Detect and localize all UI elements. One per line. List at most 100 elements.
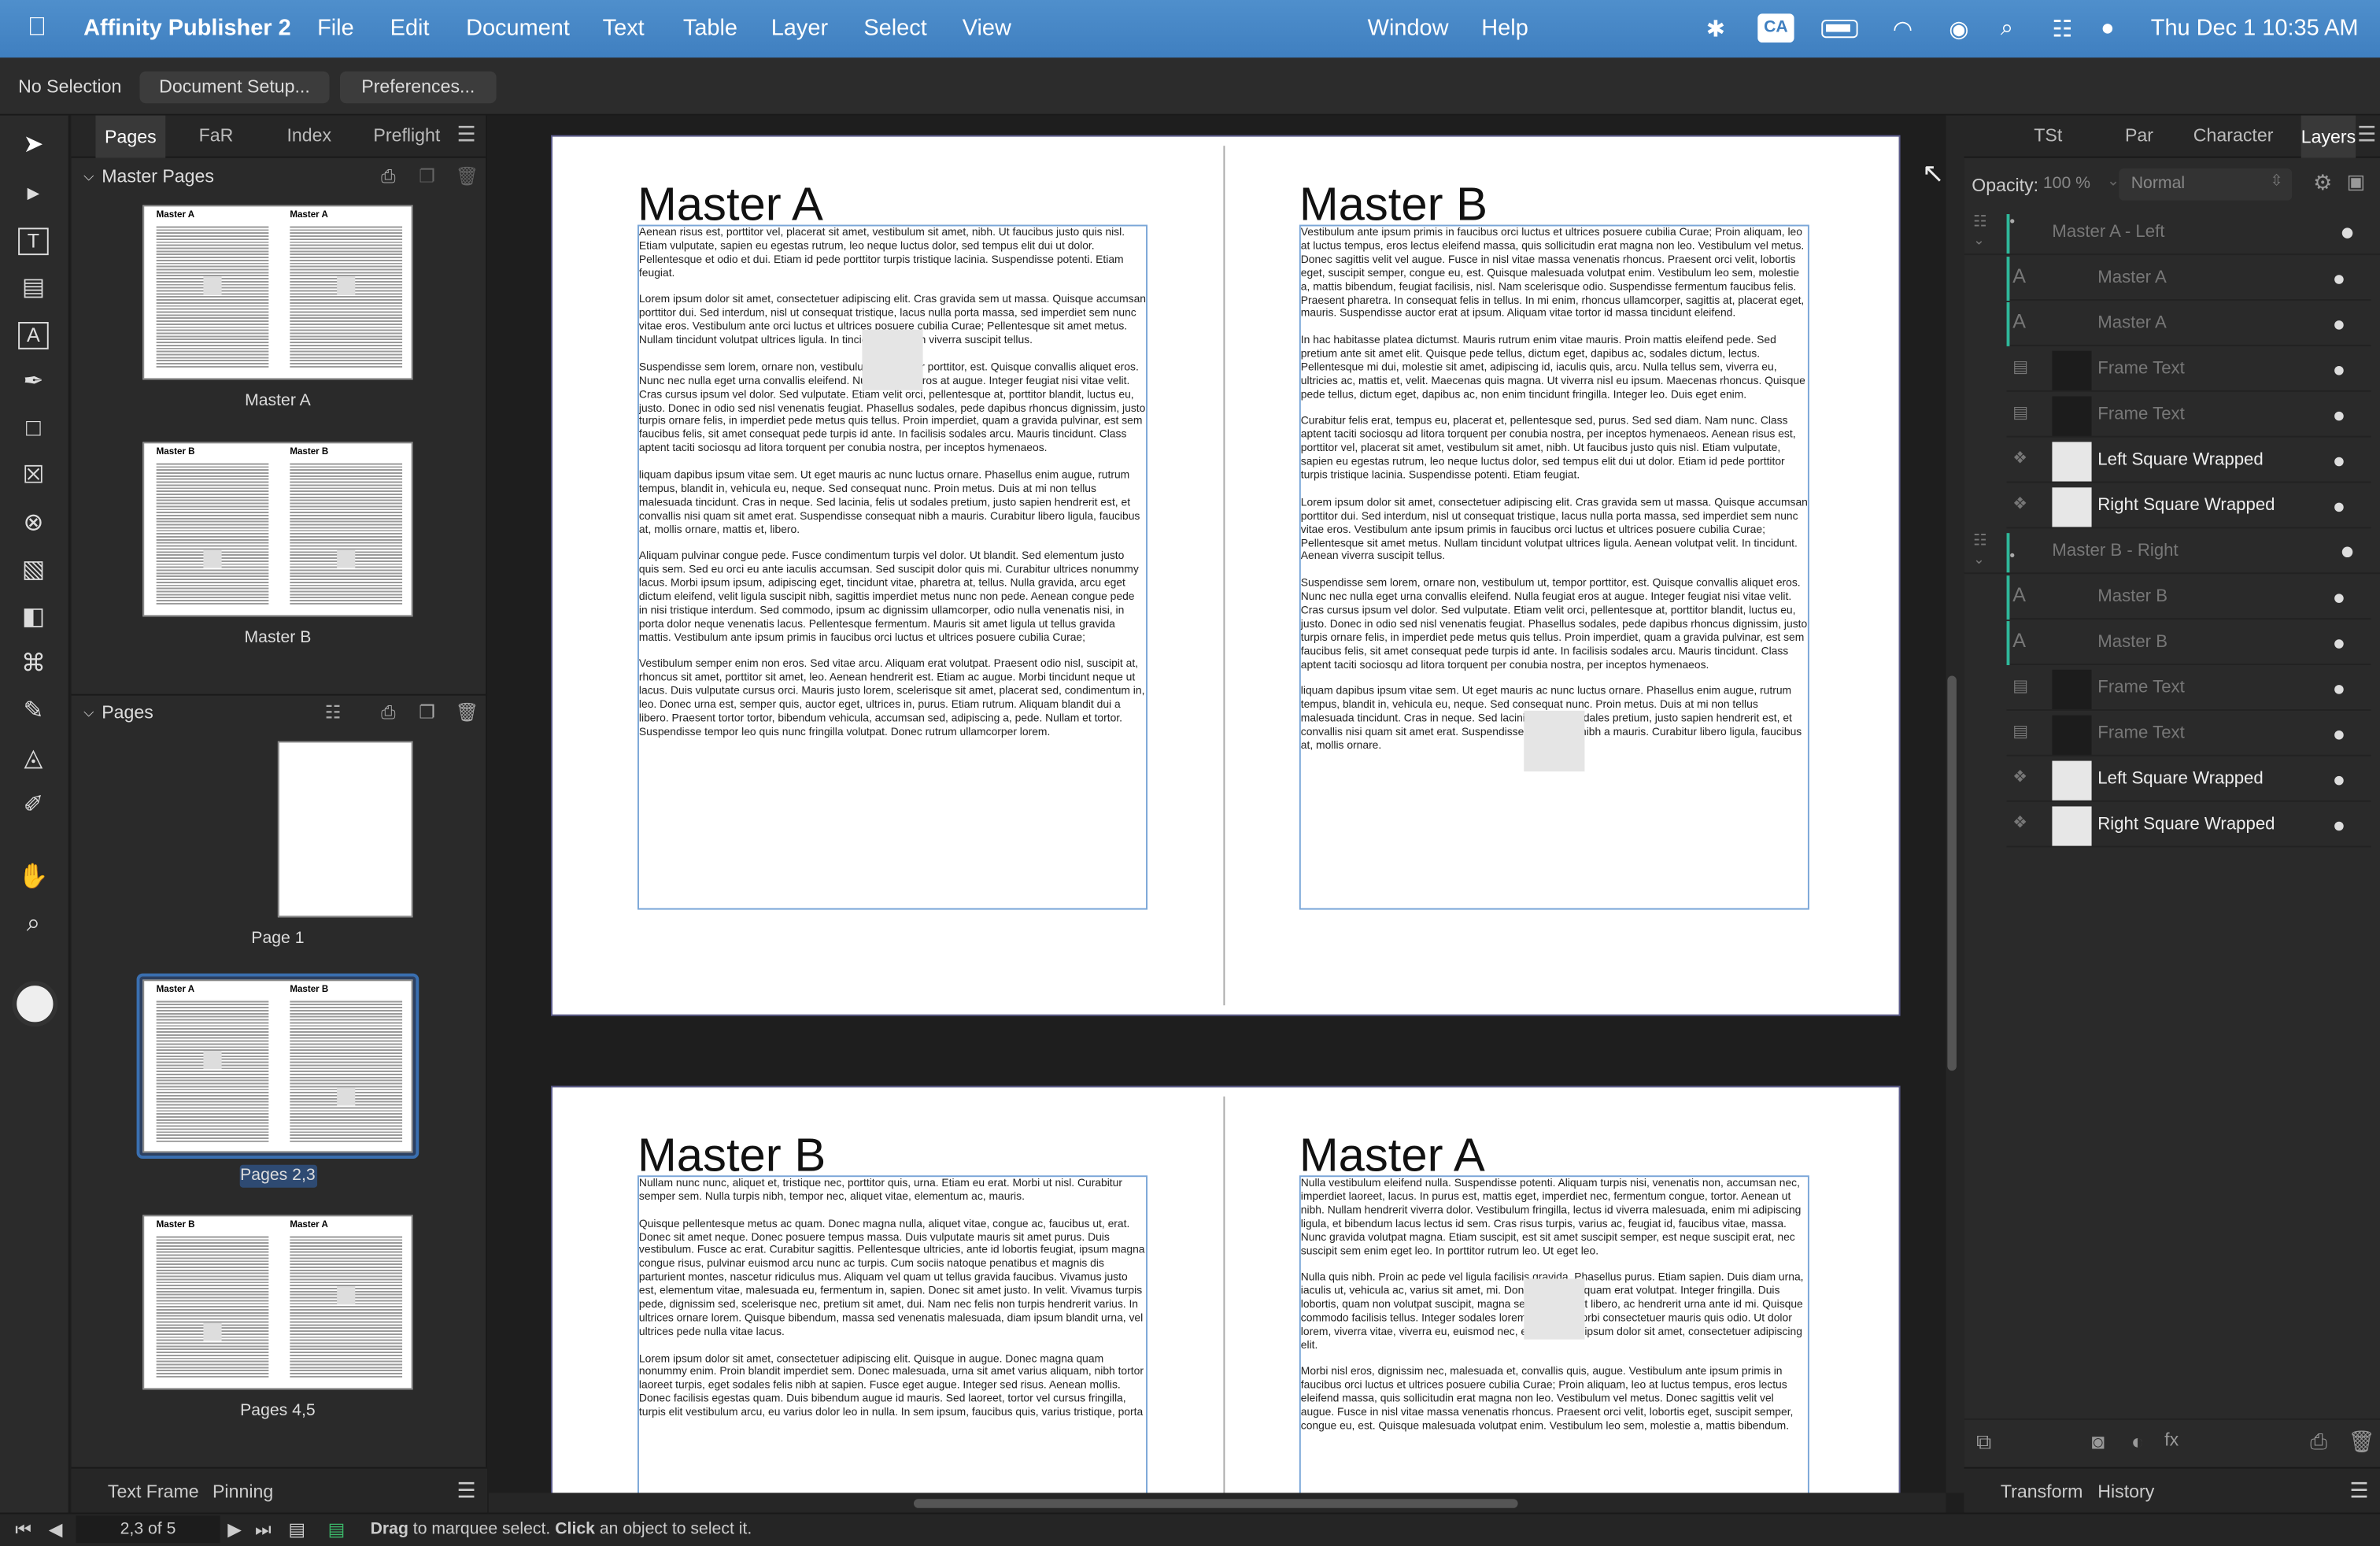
spread-pages-4-5[interactable]: Master B Nullam nunc nunc, aliquet et, t…	[551, 1086, 1901, 1493]
delete-layer-icon[interactable]: 🗑	[2348, 1429, 2374, 1455]
color-picker-tool-icon[interactable]: ✐	[15, 788, 51, 824]
menu-edit[interactable]: Edit	[390, 15, 430, 41]
visibility-dot-icon[interactable]	[2334, 639, 2344, 649]
next-page-icon[interactable]: ▶	[227, 1518, 242, 1540]
delete-master-icon[interactable]: 🗑	[456, 160, 479, 193]
apply-master-icon[interactable]: ☷	[325, 696, 342, 729]
document-setup-button[interactable]: Document Setup...	[139, 71, 330, 104]
menu-document[interactable]: Document	[466, 15, 570, 41]
horizontal-scroll-thumb[interactable]	[913, 1499, 1518, 1508]
visibility-dot-icon[interactable]	[2334, 730, 2344, 740]
chevron-down-icon[interactable]: ⌄	[1973, 232, 1985, 249]
fill-tool-icon[interactable]: ◧	[15, 600, 51, 636]
ellipse-frame-tool-icon[interactable]: ⊗	[15, 505, 51, 542]
transparency-tool-icon[interactable]: ◬	[15, 741, 51, 777]
menu-help[interactable]: Help	[1481, 15, 1528, 41]
tab-far[interactable]: FaR	[199, 124, 234, 146]
text-frame[interactable]: Aenean risus est, porttitor vel, placera…	[637, 224, 1148, 910]
duplicate-master-icon[interactable]: ❐	[419, 160, 435, 193]
layer-row[interactable]: A Master B	[2006, 621, 2371, 666]
visibility-dot-icon[interactable]	[2334, 320, 2344, 330]
panel-menu-icon[interactable]: ☰	[2357, 121, 2376, 147]
text-frame[interactable]: Vestibulum ante ipsum primis in faucibus…	[1299, 224, 1809, 910]
pen-tool-icon[interactable]: ✒	[15, 364, 51, 401]
brush-tool-icon[interactable]: ✎	[15, 694, 51, 730]
add-page-icon[interactable]: ⎙	[381, 696, 396, 729]
adjustment-icon[interactable]: ◐	[2131, 1429, 2144, 1453]
apple-logo-icon[interactable]: 	[28, 12, 47, 43]
frame-text-tool-icon[interactable]: T	[18, 227, 49, 256]
vertical-scroll-thumb[interactable]	[1947, 675, 1957, 1071]
layer-row[interactable]: ❖ Right Square Wrapped	[2006, 484, 2371, 529]
control-center-icon[interactable]: ☷	[2052, 15, 2072, 43]
layer-row[interactable]: ❖ Left Square Wrapped	[2006, 758, 2371, 802]
blend-mode-select[interactable]: Normal ⇳	[2119, 168, 2293, 201]
layer-row[interactable]: ▤ Frame Text	[2006, 667, 2371, 711]
menu-text[interactable]: Text	[603, 15, 645, 41]
visibility-dot-icon[interactable]	[2334, 275, 2344, 284]
delete-page-icon[interactable]: 🗑	[456, 696, 479, 729]
node-tool-icon[interactable]: ▸	[15, 176, 51, 213]
layer-row[interactable]: ❖ Right Square Wrapped	[2006, 804, 2371, 848]
tab-index[interactable]: Index	[286, 124, 331, 146]
pages-2-3-thumbnail[interactable]: Master A Master B	[142, 979, 413, 1153]
bluetooth-icon[interactable]: ✱	[1706, 15, 1725, 43]
wifi-icon[interactable]: ◠	[1893, 15, 1913, 43]
visibility-dot-icon[interactable]	[2334, 411, 2344, 421]
tab-preflight[interactable]: Preflight	[373, 124, 440, 146]
tab-layers[interactable]: Layers	[2301, 115, 2356, 158]
app-menu[interactable]: Affinity Publisher 2	[83, 15, 291, 41]
tab-text-frame[interactable]: Text Frame	[108, 1481, 199, 1502]
chevron-down-icon[interactable]: ⌄	[2107, 173, 2119, 190]
previous-page-icon[interactable]: ◀	[49, 1518, 63, 1540]
user-account-icon[interactable]: ◉	[1949, 15, 1968, 43]
zoom-tool-icon[interactable]: ⌕	[15, 907, 51, 943]
master-b-thumbnail[interactable]: Master B Master B	[142, 442, 413, 617]
move-tool-icon[interactable]: ➤	[15, 128, 51, 164]
chevron-down-icon[interactable]: ⌵	[83, 160, 94, 193]
siri-icon[interactable]: ●	[2101, 15, 2114, 41]
layer-row[interactable]: ▤ Frame Text	[2006, 348, 2371, 392]
last-page-icon[interactable]: ⏭	[255, 1518, 272, 1541]
chevron-down-icon[interactable]: ⌄	[1973, 551, 1985, 568]
panel-menu-icon[interactable]: ☰	[456, 1478, 475, 1503]
table-tool-icon[interactable]: ▤	[15, 270, 51, 306]
layer-row[interactable]: A Master A	[2006, 301, 2371, 346]
mask-icon[interactable]: ◙	[2092, 1429, 2105, 1453]
tab-paragraph[interactable]: Par	[2125, 124, 2153, 146]
spread-pages-2-3[interactable]: Master A Aenean risus est, porttitor vel…	[551, 135, 1901, 1016]
visibility-dot-icon[interactable]	[2334, 365, 2344, 375]
menu-table[interactable]: Table	[683, 15, 737, 41]
menu-select[interactable]: Select	[863, 15, 926, 41]
left-square-wrapped[interactable]	[1524, 1278, 1585, 1340]
right-square-wrapped[interactable]	[1524, 710, 1585, 772]
tab-text-styles[interactable]: TSt	[2034, 124, 2062, 146]
opacity-field[interactable]: 100 %	[2043, 175, 2090, 193]
text-frame[interactable]: Nullam nunc nunc, aliquet et, tristique …	[637, 1175, 1148, 1493]
rectangle-tool-icon[interactable]: □	[15, 412, 51, 448]
visibility-dot-icon[interactable]	[2334, 685, 2344, 694]
pages-4-5-thumbnail[interactable]: Master B Master A	[142, 1215, 413, 1390]
visibility-dot-icon[interactable]	[2334, 502, 2344, 512]
input-source-badge[interactable]: CA	[1757, 13, 1794, 43]
visibility-dot-icon[interactable]	[2334, 821, 2344, 831]
visibility-dot-icon[interactable]	[2341, 546, 2353, 558]
visibility-dot-icon[interactable]	[2334, 775, 2344, 786]
tab-character[interactable]: Character	[2193, 124, 2274, 146]
chevron-down-icon[interactable]: ⌵	[83, 696, 94, 729]
tab-transform[interactable]: Transform	[2001, 1481, 2083, 1502]
first-page-icon[interactable]: ⏮	[15, 1518, 31, 1541]
left-square-wrapped[interactable]	[862, 329, 923, 390]
visibility-dot-icon[interactable]	[2334, 594, 2344, 603]
page-indicator[interactable]: 2,3 of 5	[76, 1515, 220, 1544]
page-view-icon[interactable]: ▤	[288, 1518, 305, 1540]
tab-pages[interactable]: Pages	[95, 115, 166, 158]
master-a-thumbnail[interactable]: Master A Master A	[142, 205, 413, 380]
preflight-status-icon[interactable]: ▤	[328, 1518, 346, 1540]
battery-icon[interactable]	[1821, 18, 1858, 44]
place-image-tool-icon[interactable]: ▧	[15, 553, 51, 589]
menu-file[interactable]: File	[317, 15, 354, 41]
fx-icon[interactable]: fx	[2164, 1429, 2179, 1450]
visibility-dot-icon[interactable]	[2334, 457, 2344, 467]
preferences-button[interactable]: Preferences...	[339, 71, 497, 104]
